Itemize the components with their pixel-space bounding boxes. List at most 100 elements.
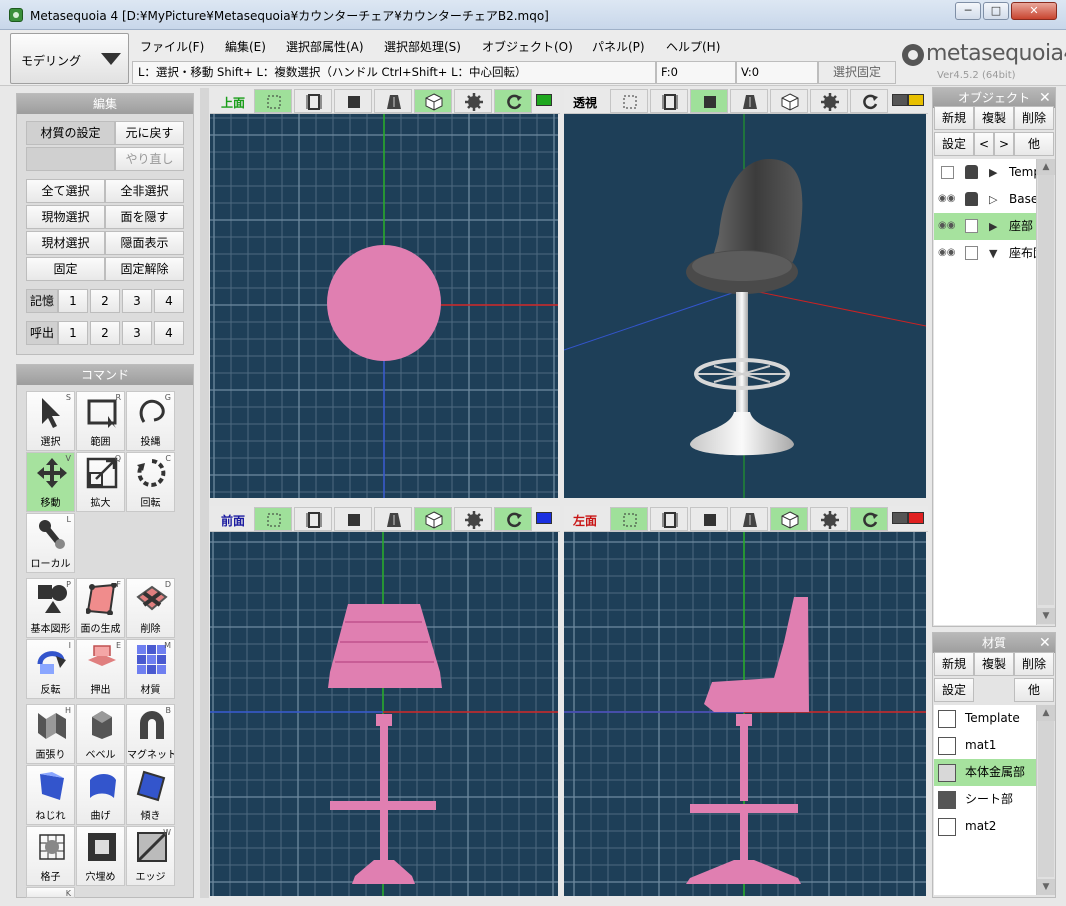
monitor-icon[interactable] <box>892 94 908 106</box>
selection-fix-button[interactable]: 選択固定 <box>818 61 896 84</box>
lock-icon[interactable] <box>965 165 978 179</box>
viewport-box-grid-button[interactable] <box>770 89 808 113</box>
object-row[interactable]: ◉◉ ▷ Base <box>934 186 1036 213</box>
command-twist-button[interactable]: ねじれ <box>26 765 75 825</box>
viewport-frame-button[interactable] <box>294 507 332 531</box>
memory-slot-1[interactable]: 1 <box>58 289 88 313</box>
material-swatch[interactable] <box>938 791 956 809</box>
monitor-icon[interactable] <box>908 94 924 106</box>
menu-panel[interactable]: パネル(P) <box>589 37 648 56</box>
command-lasso-button[interactable]: G 投縄 <box>126 391 175 451</box>
scroll-up-icon[interactable]: ▲ <box>1037 705 1055 721</box>
select-all-button[interactable]: 全て選択 <box>26 179 105 203</box>
menu-help[interactable]: ヘルプ(H) <box>663 37 723 56</box>
scroll-thumb[interactable] <box>1038 175 1054 605</box>
viewport-trapezoid-button[interactable] <box>730 507 768 531</box>
command-extrude-button[interactable]: E 押出 <box>76 639 125 699</box>
lock-checkbox[interactable] <box>965 246 978 260</box>
object-row[interactable]: ▶ Template <box>934 159 1036 186</box>
command-delete-button[interactable]: D 削除 <box>126 578 175 638</box>
viewport-top[interactable] <box>210 114 558 498</box>
command-move-button[interactable]: V 移動 <box>26 452 75 512</box>
close-icon[interactable]: ✕ <box>1039 634 1051 652</box>
minimize-button[interactable]: ─ <box>955 2 981 20</box>
eye-icon[interactable]: ◉◉ <box>938 193 956 205</box>
command-tilt-button[interactable]: 傾き <box>126 765 175 825</box>
material-row[interactable]: 本体金属部 <box>934 759 1036 786</box>
object-row[interactable]: ◉◉ ▶ 座部 <box>934 213 1036 240</box>
memory-slot-2[interactable]: 2 <box>90 289 120 313</box>
monitor-icon[interactable] <box>908 512 924 524</box>
command-edge-button[interactable]: W エッジ <box>126 826 175 886</box>
viewport-solid-button[interactable] <box>690 507 728 531</box>
material-row[interactable]: mat2 <box>934 813 1036 840</box>
material-setting-button[interactable]: 材質の設定 <box>26 121 115 145</box>
scroll-down-icon[interactable]: ▼ <box>1037 608 1055 624</box>
select-current-material-button[interactable]: 現材選択 <box>26 231 105 255</box>
command-flip-button[interactable]: I 反転 <box>26 639 75 699</box>
material-list-scrollbar[interactable]: ▲ ▼ <box>1036 705 1055 895</box>
maximize-button[interactable]: □ <box>983 2 1009 20</box>
material-row[interactable]: mat1 <box>934 732 1036 759</box>
monitor-icon[interactable] <box>536 512 552 524</box>
viewport-front[interactable] <box>210 532 558 896</box>
menu-edit[interactable]: 編集(E) <box>222 37 269 56</box>
viewport-trapezoid-button[interactable] <box>374 89 412 113</box>
close-icon[interactable]: ✕ <box>1039 89 1051 107</box>
object-row[interactable]: ◉◉ ▼ 座布団 <box>934 240 1036 267</box>
object-settings-button[interactable]: 設定 <box>934 132 974 156</box>
material-row[interactable]: シート部 <box>934 786 1036 813</box>
menu-selection-process[interactable]: 選択部処理(S) <box>381 37 464 56</box>
viewport-trapezoid-button[interactable] <box>374 507 412 531</box>
unlock-button[interactable]: 固定解除 <box>105 257 184 281</box>
mode-dropdown[interactable]: モデリング <box>10 33 129 84</box>
material-swatch[interactable] <box>938 818 956 836</box>
viewport-refresh-button[interactable] <box>850 89 888 113</box>
recall-slot-2[interactable]: 2 <box>90 321 120 345</box>
chevron-right-icon[interactable]: ▶ <box>989 213 997 240</box>
viewport-frame-button[interactable] <box>294 89 332 113</box>
object-delete-button[interactable]: 削除 <box>1014 106 1054 130</box>
viewport-refresh-button[interactable] <box>850 507 888 531</box>
lock-button[interactable]: 固定 <box>26 257 105 281</box>
command-material-button[interactable]: M 材質 <box>126 639 175 699</box>
viewport-gear-button[interactable] <box>454 507 492 531</box>
viewport-box-grid-button[interactable] <box>770 507 808 531</box>
object-other-button[interactable]: 他 <box>1014 132 1054 156</box>
viewport-select-rect-button[interactable] <box>254 89 292 113</box>
command-lattice-button[interactable]: 格子 <box>26 826 75 886</box>
material-other-button[interactable]: 他 <box>1014 678 1054 702</box>
hide-faces-button[interactable]: 面を隠す <box>105 205 184 229</box>
viewport-box-grid-button[interactable] <box>414 89 452 113</box>
chevron-right-icon[interactable]: ▷ <box>989 186 997 213</box>
scroll-down-icon[interactable]: ▼ <box>1037 879 1055 895</box>
command-bend-button[interactable]: 曲げ <box>76 765 125 825</box>
viewport-gear-button[interactable] <box>454 89 492 113</box>
chevron-right-icon[interactable]: ▶ <box>989 159 997 186</box>
object-next-button[interactable]: > <box>994 132 1014 156</box>
viewport-frame-button[interactable] <box>650 507 688 531</box>
object-prev-button[interactable]: < <box>974 132 994 156</box>
material-new-button[interactable]: 新規 <box>934 652 974 676</box>
material-row[interactable]: Template <box>934 705 1036 732</box>
material-swatch[interactable] <box>938 737 956 755</box>
material-swatch[interactable] <box>938 710 956 728</box>
eye-icon[interactable]: ◉◉ <box>938 247 956 259</box>
viewport-frame-button[interactable] <box>650 89 688 113</box>
chevron-down-icon[interactable]: ▼ <box>989 240 997 267</box>
menu-object[interactable]: オブジェクト(O) <box>479 37 576 56</box>
command-bevel-button[interactable]: ベベル <box>76 704 125 764</box>
material-delete-button[interactable]: 削除 <box>1014 652 1054 676</box>
command-hole-fill-button[interactable]: 穴埋め <box>76 826 125 886</box>
memory-slot-4[interactable]: 4 <box>154 289 184 313</box>
viewport-perspective[interactable] <box>564 114 926 498</box>
material-swatch[interactable] <box>938 764 956 782</box>
lock-checkbox[interactable] <box>965 219 978 233</box>
viewport-box-grid-button[interactable] <box>414 507 452 531</box>
viewport-select-rect-button[interactable] <box>610 89 648 113</box>
menu-file[interactable]: ファイル(F) <box>137 37 207 56</box>
command-cursor-button[interactable]: S 選択 <box>26 391 75 451</box>
command-primitive-button[interactable]: P 基本図形 <box>26 578 75 638</box>
undo-button[interactable]: 元に戻す <box>115 121 184 145</box>
viewport-solid-button[interactable] <box>690 89 728 113</box>
